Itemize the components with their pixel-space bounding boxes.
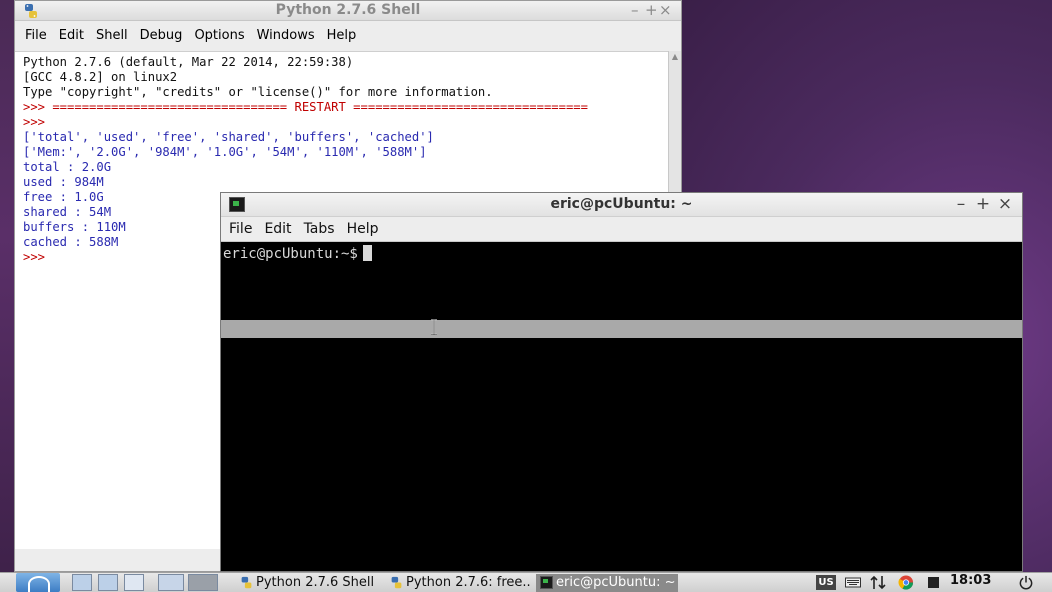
terminal-console[interactable]: eric@pcUbuntu:~$ (221, 243, 1022, 571)
shell-output-line: ['Mem:', '2.0G', '984M', '1.0G', '54M', … (23, 145, 427, 159)
start-menu-button[interactable] (16, 573, 60, 592)
close-button[interactable]: × (659, 1, 673, 19)
ibeam-cursor-icon (431, 319, 437, 335)
taskbar-item-label: Python 2.7.6 Shell (256, 575, 375, 590)
network-launcher-icon[interactable] (98, 574, 118, 591)
menu-tabs[interactable]: Tabs (298, 221, 341, 237)
terminal-icon (540, 576, 553, 589)
terminal-window-title: eric@pcUbuntu: ~ (550, 196, 693, 212)
terminal-prompt-line: eric@pcUbuntu:~$ (223, 245, 372, 262)
taskbar-item-label: eric@pcUbuntu: ~ (556, 575, 676, 590)
menu-file[interactable]: File (223, 221, 258, 237)
taskbar-item-terminal[interactable]: eric@pcUbuntu: ~ (536, 574, 678, 592)
network-transfer-icon[interactable] (870, 575, 886, 590)
shell-output-line: Python 2.7.6 (default, Mar 22 2014, 22:5… (23, 55, 354, 69)
shell-output-line: total : 2.0G (23, 160, 112, 174)
text-cursor (362, 245, 372, 261)
menu-debug[interactable]: Debug (134, 28, 189, 43)
shell-output-line: >>> (23, 115, 46, 129)
minimize-button[interactable]: – (631, 1, 645, 19)
taskbar-item-python-editor[interactable]: Python 2.7.6: free... (386, 574, 532, 592)
menu-options[interactable]: Options (188, 28, 250, 43)
keyboard-icon[interactable] (845, 575, 861, 590)
taskbar: Python 2.7.6 Shell Python 2.7.6: free...… (0, 572, 1052, 592)
taskbar-item-label: Python 2.7.6: free... (406, 575, 532, 590)
power-icon[interactable] (1018, 575, 1034, 590)
window-launcher-icon[interactable] (124, 574, 144, 591)
chrome-icon[interactable] (898, 575, 914, 590)
file-manager-launcher-icon[interactable] (72, 574, 92, 591)
workspace-2-icon[interactable] (188, 574, 218, 591)
menu-shell[interactable]: Shell (90, 28, 134, 43)
shell-output-line: >>> ================================ RES… (23, 100, 588, 114)
shell-output-line: [GCC 4.8.2] on linux2 (23, 70, 178, 84)
taskbar-item-python-shell[interactable]: Python 2.7.6 Shell (236, 574, 382, 592)
keyboard-layout-indicator[interactable]: US (816, 575, 836, 590)
clock[interactable]: 18:03 (950, 573, 991, 588)
terminal-window[interactable]: eric@pcUbuntu: ~ – + × File Edit Tabs Help… (220, 192, 1023, 572)
minimize-button[interactable]: – (950, 194, 972, 214)
menu-edit[interactable]: Edit (258, 221, 297, 237)
workspace-1-icon[interactable] (158, 574, 184, 591)
menu-windows[interactable]: Windows (251, 28, 321, 43)
terminal-title-bar[interactable]: eric@pcUbuntu: ~ – + × (221, 193, 1022, 217)
stop-icon[interactable] (928, 577, 939, 588)
terminal-highlight-bar (221, 320, 1022, 338)
shell-prompt: eric@pcUbuntu:~$ (223, 246, 358, 262)
idle-window-title: Python 2.7.6 Shell (275, 2, 421, 18)
shell-output-line: ['total', 'used', 'free', 'shared', 'buf… (23, 130, 434, 144)
menu-help[interactable]: Help (321, 28, 363, 43)
shell-output-line: used : 984M (23, 175, 104, 189)
maximize-button[interactable]: + (972, 194, 994, 214)
close-button[interactable]: × (994, 194, 1016, 214)
idle-title-bar[interactable]: Python 2.7.6 Shell –+× (15, 1, 681, 21)
terminal-menu-bar: File Edit Tabs Help (221, 217, 1022, 242)
python-icon (241, 576, 252, 589)
maximize-button[interactable]: + (645, 1, 659, 19)
menu-file[interactable]: File (19, 28, 53, 43)
python-icon (391, 576, 402, 589)
menu-help[interactable]: Help (341, 221, 385, 237)
idle-menu-bar: File Edit Shell Debug Options Windows He… (15, 21, 681, 49)
menu-edit[interactable]: Edit (53, 28, 90, 43)
scroll-up-icon[interactable]: ▲ (669, 51, 681, 63)
shell-output-line: Type "copyright", "credits" or "license(… (23, 85, 493, 99)
